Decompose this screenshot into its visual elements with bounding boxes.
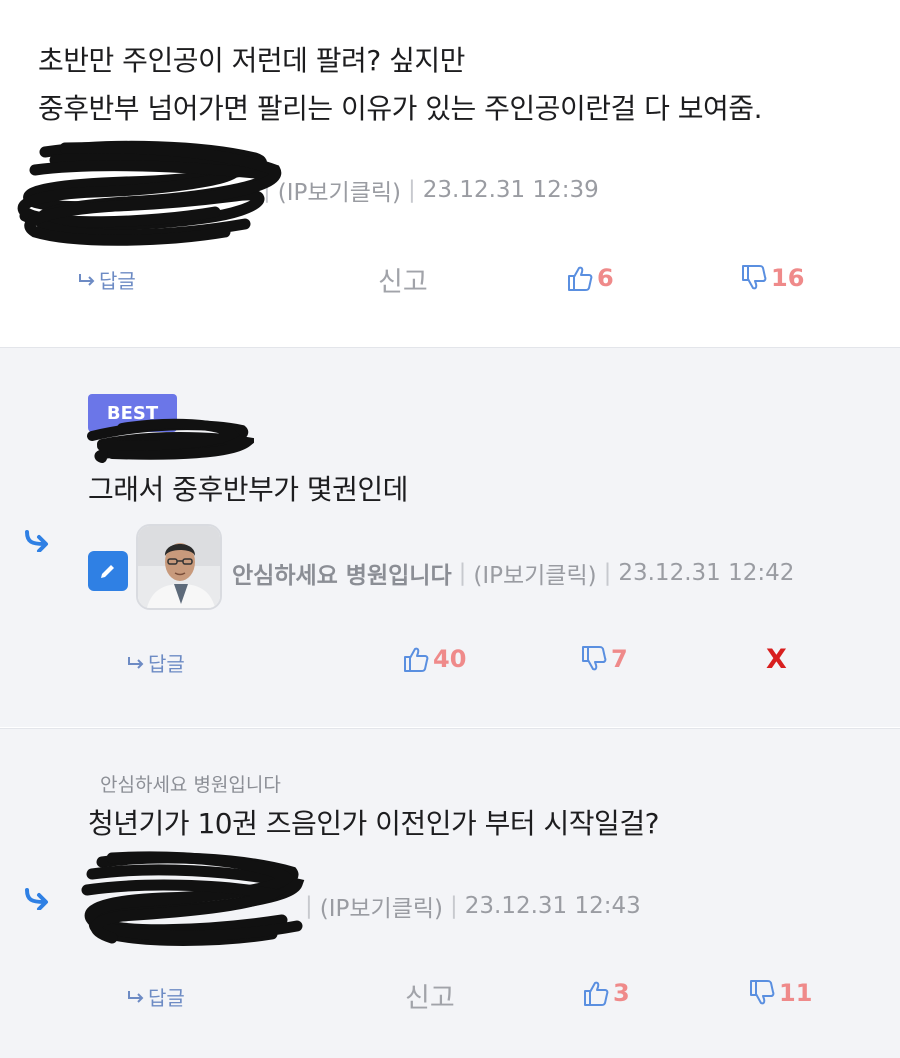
upvote-count: 6: [597, 264, 614, 292]
comment-meta: 안심하세요 병원입니다 | (IP보기클릭) | 23.12.31 12:42: [232, 556, 794, 590]
avatar[interactable]: [136, 524, 222, 610]
upvote-count: 40: [433, 645, 467, 673]
reply-label: 답글: [148, 986, 185, 1010]
comment-list: 초반만 주인공이 저런데 팔려? 싶지만 중후반부 넘어가면 팔리는 이유가 있…: [0, 0, 900, 1058]
reply-indent-arrow-icon: [25, 530, 48, 552]
reply-to-nickname: 안심하세요 병원입니다: [100, 774, 281, 796]
ip-view-link[interactable]: (IP보기클릭): [473, 556, 596, 590]
pencil-icon: [101, 565, 114, 578]
redaction-scribble: [17, 140, 282, 246]
avatar-image: [138, 526, 220, 608]
reply-arrow-icon: [128, 656, 144, 669]
comment-text-line-2: 중후반부 넘어가면 팔리는 이유가 있는 주인공이란걸 다 보여줌.: [38, 92, 762, 125]
upvote-button[interactable]: 3: [582, 979, 630, 1007]
reply-label: 답글: [148, 652, 185, 676]
thumbs-up-icon: [404, 647, 429, 672]
nickname[interactable]: 안심하세요 병원입니다: [232, 556, 452, 590]
downvote-count: 11: [779, 979, 813, 1007]
comment-text: 그래서 중후반부가 몇권인데: [88, 473, 408, 506]
comment-1: 초반만 주인공이 저런데 팔려? 싶지만 중후반부 넘어가면 팔리는 이유가 있…: [0, 0, 900, 346]
timestamp: 23.12.31 12:42: [618, 560, 795, 586]
ip-view-link[interactable]: (IP보기클릭): [278, 173, 401, 207]
downvote-button[interactable]: 7: [580, 645, 628, 673]
reply-button[interactable]: 답글: [127, 648, 185, 677]
downvote-count: 7: [611, 645, 628, 673]
reply-label: 답글: [99, 269, 136, 293]
ip-view-link[interactable]: (IP보기클릭): [320, 889, 443, 923]
reply-indent-arrow-icon: [25, 888, 48, 910]
report-button[interactable]: 신고: [378, 260, 428, 299]
upvote-count: 3: [613, 979, 630, 1007]
reply-arrow-icon: [79, 273, 95, 286]
upvote-button[interactable]: 6: [566, 264, 614, 292]
redaction-scribble: [87, 418, 254, 463]
comment-text-line-1: 초반만 주인공이 저런데 팔려? 싶지만: [38, 44, 465, 77]
comment-meta: | (IP보기클릭) | 23.12.31 12:43: [298, 889, 641, 923]
reply-button[interactable]: 답글: [78, 265, 136, 294]
timestamp: 23.12.31 12:39: [422, 177, 599, 203]
redaction-scribble: [81, 851, 305, 946]
report-button[interactable]: 신고: [405, 976, 455, 1015]
thumbs-up-icon: [568, 266, 593, 291]
thumbs-down-icon: [750, 980, 775, 1005]
edit-button[interactable]: [88, 551, 128, 591]
downvote-button[interactable]: 16: [740, 264, 804, 292]
reply-button[interactable]: 답글: [127, 982, 185, 1011]
timestamp: 23.12.31 12:43: [464, 893, 641, 919]
thumbs-up-icon: [584, 981, 609, 1006]
comment-meta: | (IP보기클릭) | 23.12.31 12:39: [256, 173, 599, 207]
reply-arrow-icon: [128, 990, 144, 1003]
delete-button[interactable]: X: [766, 644, 787, 675]
comment-text: 청년기가 10권 즈음인가 이전인가 부터 시작일걸?: [88, 807, 659, 840]
upvote-button[interactable]: 40: [402, 645, 466, 673]
thumbs-down-icon: [582, 646, 607, 671]
downvote-count: 16: [771, 264, 805, 292]
downvote-button[interactable]: 11: [748, 979, 812, 1007]
thumbs-down-icon: [742, 265, 767, 290]
